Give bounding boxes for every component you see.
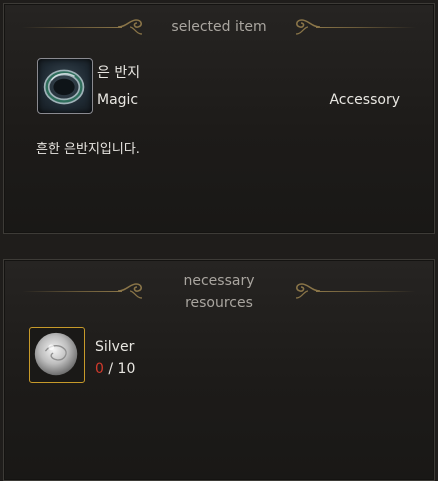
silver-ore-icon[interactable] xyxy=(29,327,85,383)
resource-have-count: 0 xyxy=(95,361,104,377)
item-name: 은 반지 xyxy=(97,65,141,81)
resources-title-line1: necessary xyxy=(183,273,255,289)
resources-header: necessary resources xyxy=(4,273,434,311)
resource-count: 0 / 10 xyxy=(95,361,135,377)
item-description: 흔한 은반지입니다. xyxy=(36,142,140,157)
resource-need-count: 10 xyxy=(117,361,136,377)
resources-title-line2: resources xyxy=(185,295,253,311)
resource-name: Silver xyxy=(95,339,135,355)
header-divider-right xyxy=(316,291,416,292)
necessary-resources-panel: necessary resources Silver 0 / 10 xyxy=(3,259,435,481)
item-type: Accessory xyxy=(329,92,400,108)
silver-ring-icon[interactable] xyxy=(37,58,93,114)
selected-item-header: selected item xyxy=(4,12,434,42)
header-divider-right xyxy=(316,27,416,28)
item-grade: Magic xyxy=(97,92,139,108)
resource-count-separator: / xyxy=(103,361,118,377)
selected-item-panel: selected item 은 반지 Magic Accessory 흔한 은반… xyxy=(3,3,435,234)
